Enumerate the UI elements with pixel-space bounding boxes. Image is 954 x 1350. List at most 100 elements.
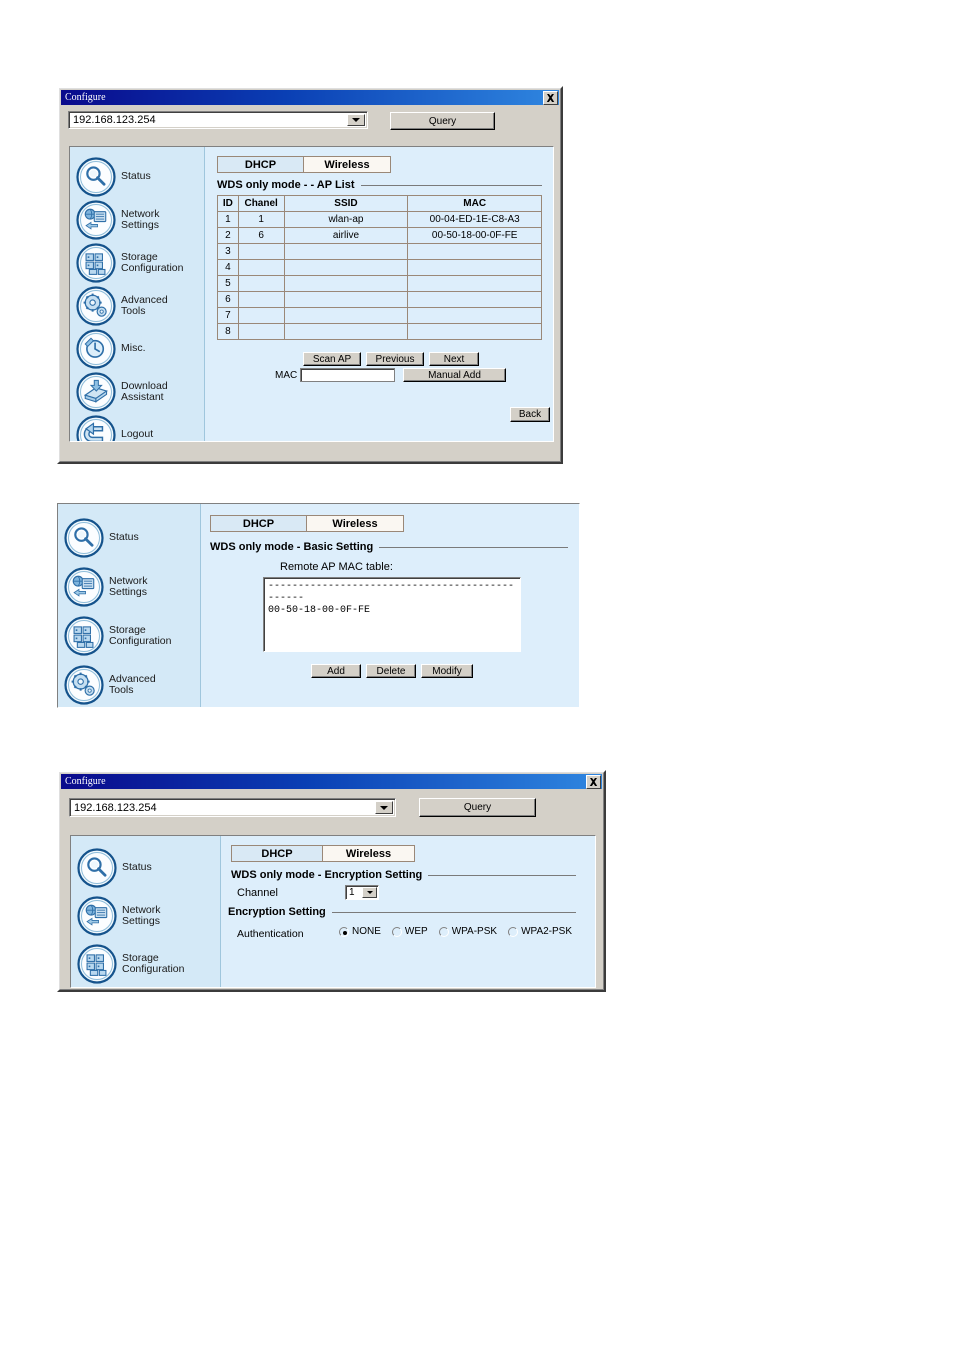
- chevron-down-icon[interactable]: [347, 114, 365, 126]
- cell-mac: [407, 307, 542, 324]
- window-1-title: Configure: [65, 92, 106, 103]
- add-button[interactable]: Add: [311, 664, 361, 678]
- next-button[interactable]: Next: [429, 352, 479, 366]
- table-row[interactable]: 4: [217, 259, 542, 276]
- storage-grid-icon: [76, 243, 116, 283]
- sidebar-item-label: Misc.: [121, 342, 146, 355]
- sidebar-item-status[interactable]: Status: [64, 518, 139, 558]
- col-mac: MAC: [407, 195, 542, 212]
- gears-icon: [64, 665, 104, 705]
- section-title-1-text: WDS only mode - - AP List: [217, 179, 355, 191]
- cell-channel: 6: [237, 227, 285, 244]
- col-chanel: Chanel: [237, 195, 285, 212]
- gears-icon: [76, 286, 116, 326]
- sidebar-item-logout[interactable]: Logout: [76, 415, 153, 441]
- table-row[interactable]: 7: [217, 307, 542, 324]
- remote-ap-mac-listbox[interactable]: ----------------------------------------…: [263, 577, 521, 652]
- tab-dhcp-2[interactable]: DHCP: [210, 515, 307, 532]
- mac-input[interactable]: [300, 368, 395, 382]
- table-row[interactable]: 8: [217, 323, 542, 340]
- table-row[interactable]: 1 1 wlan-ap 00-04-ED-1E-C8-A3: [217, 211, 542, 228]
- sidebar-item-advanced-tools[interactable]: Advanced Tools: [64, 665, 156, 705]
- storage-grid-icon: [64, 616, 104, 656]
- table-row[interactable]: 3: [217, 243, 542, 260]
- radio-dot-icon[interactable]: [391, 926, 402, 937]
- download-tray-icon: [76, 372, 116, 412]
- radio-none[interactable]: NONE: [339, 926, 381, 937]
- table-row[interactable]: 6: [217, 291, 542, 308]
- encryption-setting-title: Encryption Setting: [228, 906, 576, 918]
- sidebar-item-label: Network Settings: [109, 574, 148, 598]
- back-button[interactable]: Back: [510, 407, 550, 422]
- cell-ssid: wlan-ap: [283, 211, 409, 228]
- cell-ssid: [283, 275, 409, 292]
- chevron-down-icon[interactable]: [362, 887, 377, 898]
- radio-dot-icon[interactable]: [339, 926, 349, 937]
- table-row[interactable]: 2 6 airlive 00-50-18-00-0F-FE: [217, 227, 542, 244]
- chevron-down-icon[interactable]: [375, 801, 393, 814]
- window-1-content-panel: Status Network Settings Storage Configurat…: [69, 146, 554, 442]
- address-dropdown-1[interactable]: 192.168.123.254: [68, 111, 368, 129]
- sidebar-item-network-settings[interactable]: Network Settings: [76, 200, 160, 240]
- close-icon[interactable]: [586, 775, 601, 789]
- delete-button[interactable]: Delete: [366, 664, 416, 678]
- cell-id: 5: [217, 275, 239, 292]
- sidebar-item-storage-configuration[interactable]: Storage Configuration: [77, 944, 184, 984]
- tab-wireless-3[interactable]: Wireless: [322, 845, 415, 862]
- radio-dot-icon[interactable]: [438, 926, 449, 937]
- sidebar-3: Status Network Settings Storage Configurat…: [71, 836, 221, 987]
- section-rule-3: [428, 874, 576, 876]
- encryption-rule: [331, 911, 576, 913]
- sidebar-item-label: Storage Configuration: [122, 951, 185, 975]
- sidebar-item-status[interactable]: Status: [76, 157, 151, 197]
- cell-ssid: [283, 323, 409, 340]
- radio-label: WEP: [404, 926, 428, 937]
- sidebar-item-network-settings[interactable]: Network Settings: [64, 567, 148, 607]
- sidebar-item-download-assistant[interactable]: Download Assistant: [76, 372, 168, 412]
- tab-wireless-1[interactable]: Wireless: [303, 156, 391, 173]
- remote-ap-mac-table-caption: Remote AP MAC table:: [280, 561, 393, 573]
- section-title-2-text: WDS only mode - Basic Setting: [210, 541, 374, 553]
- modify-button[interactable]: Modify: [421, 664, 473, 678]
- query-button-1[interactable]: Query: [390, 112, 495, 130]
- table-row[interactable]: 5: [217, 275, 542, 292]
- address-dropdown-3[interactable]: 192.168.123.254: [69, 798, 396, 817]
- radio-wpa2-psk[interactable]: WPA2-PSK: [508, 926, 572, 937]
- authentication-label: Authentication: [237, 928, 304, 940]
- scan-ap-button[interactable]: Scan AP: [303, 352, 361, 366]
- configure-window-3: Configure 192.168.123.254 Query Status Ne…: [57, 770, 606, 992]
- radio-label: NONE: [352, 926, 381, 937]
- sidebar-item-misc[interactable]: Misc.: [76, 329, 146, 369]
- sidebar-item-network-settings[interactable]: Network Settings: [77, 896, 161, 936]
- previous-button[interactable]: Previous: [366, 352, 424, 366]
- close-glyph: [546, 94, 555, 102]
- tabstrip-2: DHCP Wireless: [210, 515, 404, 532]
- radio-dot-icon[interactable]: [508, 926, 519, 937]
- cell-ssid: airlive: [283, 227, 409, 244]
- window-3-titlebar[interactable]: Configure: [61, 774, 602, 789]
- mac-table-entry[interactable]: 00-50-18-00-0F-FE: [268, 605, 516, 617]
- sidebar-item-status[interactable]: Status: [77, 848, 152, 888]
- cell-channel: [237, 275, 285, 292]
- cell-ssid: [283, 259, 409, 276]
- sidebar-item-advanced-tools[interactable]: Advanced Tools: [76, 286, 168, 326]
- window-1-titlebar[interactable]: Configure: [61, 90, 559, 105]
- tab-wireless-2[interactable]: Wireless: [306, 515, 404, 532]
- channel-dropdown[interactable]: 1: [345, 885, 379, 900]
- magnifier-icon: [76, 157, 116, 197]
- sidebar-item-storage-configuration[interactable]: Storage Configuration: [76, 243, 183, 283]
- radio-wep[interactable]: WEP: [391, 926, 428, 937]
- radio-wpa-psk[interactable]: WPA-PSK: [438, 926, 497, 937]
- cell-mac: [407, 243, 542, 260]
- query-button-3[interactable]: Query: [419, 798, 536, 817]
- magnifier-icon: [77, 848, 117, 888]
- close-icon[interactable]: [543, 91, 558, 105]
- ap-list-table: ID Chanel SSID MAC 1 1 wlan-ap 00-04-ED-1E-…: [217, 195, 542, 340]
- manual-add-button[interactable]: Manual Add: [403, 368, 506, 382]
- sidebar-1: Status Network Settings Storage Configurat…: [70, 147, 205, 441]
- sidebar-item-storage-configuration[interactable]: Storage Configuration: [64, 616, 171, 656]
- tab-dhcp-1[interactable]: DHCP: [217, 156, 304, 173]
- tab-dhcp-3[interactable]: DHCP: [231, 845, 323, 862]
- window-3-title: Configure: [65, 776, 106, 787]
- section-title-2: WDS only mode - Basic Setting: [210, 541, 568, 553]
